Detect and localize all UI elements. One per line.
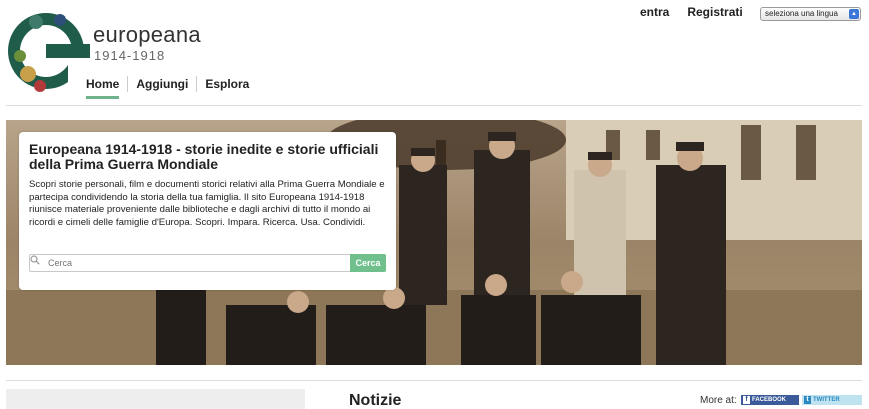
register-link[interactable]: Registrati: [687, 5, 742, 19]
search-icon: [30, 255, 40, 265]
account-links: entra Registrati: [640, 5, 743, 19]
hero-banner: Europeana 1914-1918 - storie inedite e s…: [6, 120, 862, 365]
main-nav: Home Aggiungi Esplora: [80, 76, 257, 99]
language-select[interactable]: seleziona una lingua ▲: [760, 7, 861, 21]
nav-item-esplora[interactable]: Esplora: [196, 76, 257, 92]
nav-item-aggiungi[interactable]: Aggiungi: [127, 76, 196, 92]
header-divider: [6, 105, 862, 106]
twitter-link[interactable]: t TWITTER: [802, 395, 862, 405]
news-heading: Notizie: [349, 392, 402, 409]
site-header: europeana 1914-1918 entra Registrati sel…: [0, 0, 869, 108]
facebook-link[interactable]: f FACEBOOK: [741, 395, 799, 405]
intro-title: Europeana 1914-1918 - storie inedite e s…: [29, 141, 379, 172]
search-button[interactable]: Cerca: [350, 254, 386, 272]
intro-text: Scopri storie personali, film e document…: [29, 179, 385, 228]
brand-years: 1914-1918: [94, 48, 166, 63]
nav-item-home[interactable]: Home: [80, 76, 127, 99]
search-box: Cerca: [29, 254, 386, 272]
featured-panel: [6, 389, 305, 409]
section-divider: [6, 380, 862, 381]
twitter-icon: t: [804, 396, 811, 404]
chevron-updown-icon: ▲: [849, 9, 859, 19]
facebook-label: FACEBOOK: [752, 397, 787, 403]
more-at-label: More at:: [700, 395, 737, 406]
login-link[interactable]: entra: [640, 5, 669, 19]
twitter-label: TWITTER: [813, 397, 840, 403]
brand-name: europeana: [93, 22, 201, 47]
facebook-icon: f: [743, 396, 750, 404]
intro-card: Europeana 1914-1918 - storie inedite e s…: [19, 132, 396, 290]
europeana-logo-icon[interactable]: [6, 6, 90, 96]
search-input[interactable]: [48, 255, 348, 271]
language-select-value: seleziona una lingua: [765, 9, 838, 18]
